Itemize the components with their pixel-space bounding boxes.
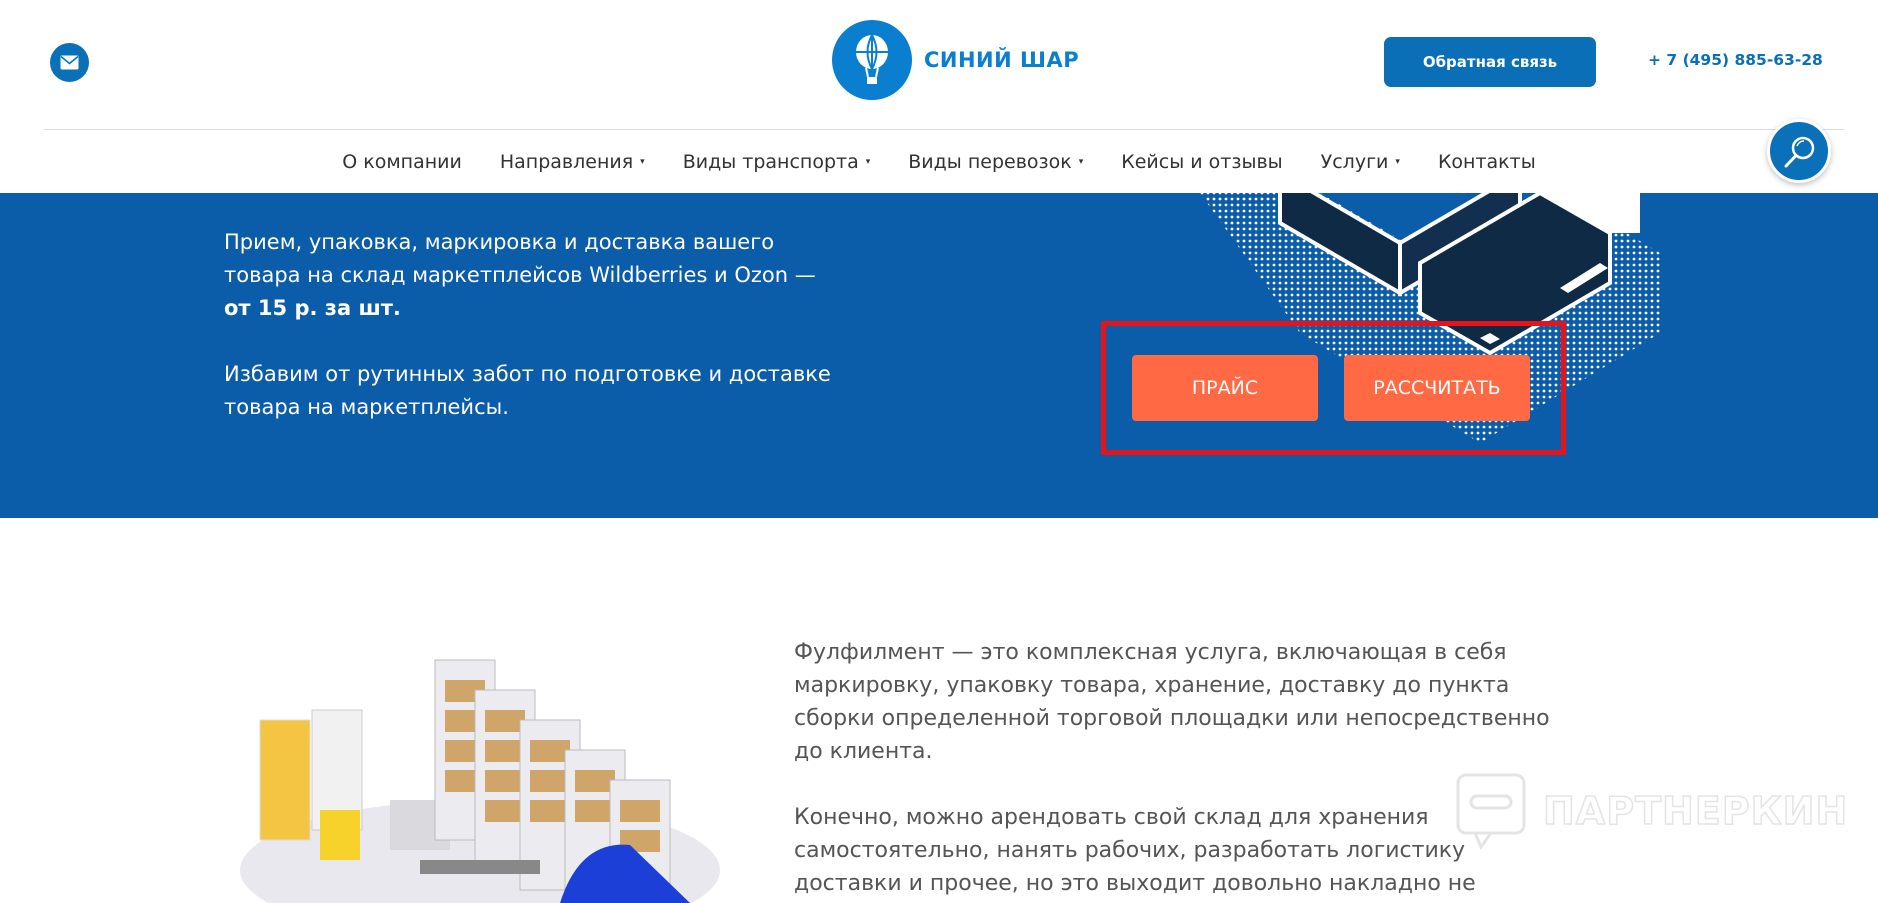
calculate-button[interactable]: РАССЧИТАТЬ [1344, 355, 1530, 421]
chat-bubble-icon [1456, 773, 1526, 850]
hero-paragraph: Прием, упаковка, маркировка и доставка в… [224, 226, 844, 325]
callback-button[interactable]: Обратная связь [1384, 37, 1596, 87]
watermark: ПАРТНЕРКИН [1455, 772, 1848, 850]
phone-link[interactable]: + 7 (495) 885-63-28 [1648, 51, 1823, 69]
nav-item-about[interactable]: О компании [323, 144, 481, 180]
search-icon [1784, 136, 1815, 168]
site-header: СИНИЙ ШАР Обратная связь + 7 (495) 885-6… [0, 0, 1878, 193]
caret-down-icon: ▾ [865, 157, 871, 167]
nav-item-label: Виды транспорта [682, 151, 859, 173]
caret-down-icon: ▾ [1395, 157, 1400, 167]
search-button[interactable] [1767, 119, 1831, 183]
watermark-text: ПАРТНЕРКИН [1542, 788, 1849, 834]
caret-down-icon: ▾ [1078, 157, 1084, 167]
hero-description: Прием, упаковка, маркировка и доставка в… [224, 230, 816, 287]
nav-item-contacts[interactable]: Контакты [1419, 144, 1555, 180]
mail-icon [60, 55, 79, 70]
nav-item-label: О компании [342, 151, 462, 173]
mail-button[interactable] [50, 43, 89, 82]
nav-item-cases-reviews[interactable]: Кейсы и отзывы [1102, 144, 1301, 180]
nav-item-label: Услуги [1320, 151, 1389, 173]
nav-item-shipping-types[interactable]: Виды перевозок ▾ [889, 144, 1102, 180]
hero-text: Прием, упаковка, маркировка и доставка в… [224, 226, 844, 457]
main-nav: О компании Направления ▾ Виды транспорта… [0, 144, 1878, 180]
nav-item-services[interactable]: Услуги ▾ [1302, 144, 1419, 180]
warehouse-illustration [220, 640, 740, 903]
nav-item-transport-types[interactable]: Виды транспорта ▾ [664, 144, 890, 180]
hot-air-balloon-icon [832, 20, 912, 100]
caret-down-icon: ▾ [640, 157, 645, 167]
hero-price-highlight: от 15 р. за шт. [224, 296, 401, 320]
hero-section: Прием, упаковка, маркировка и доставка в… [0, 193, 1878, 518]
nav-item-label: Кейсы и отзывы [1121, 151, 1283, 173]
highlighted-button-group: ПРАЙС РАССЧИТАТЬ [1101, 321, 1566, 455]
content-paragraph: Конечно, можно арендовать свой склад для… [794, 805, 1476, 896]
hero-subtext: Избавим от рутинных забот по подготовке … [224, 362, 831, 419]
logo-text: СИНИЙ ШАР [924, 48, 1080, 72]
content-paragraph: Фулфилмент — это комплексная услуга, вкл… [794, 640, 1550, 764]
price-button[interactable]: ПРАЙС [1132, 355, 1318, 421]
nav-item-label: Виды перевозок [908, 151, 1072, 173]
header-divider [44, 129, 1844, 130]
nav-item-label: Направления [499, 151, 634, 173]
fulfillment-description: Фулфилмент — это комплексная услуга, вкл… [794, 636, 1564, 903]
site-logo[interactable]: СИНИЙ ШАР [832, 19, 1079, 101]
nav-item-label: Контакты [1437, 151, 1536, 173]
nav-item-directions[interactable]: Направления ▾ [481, 144, 664, 180]
